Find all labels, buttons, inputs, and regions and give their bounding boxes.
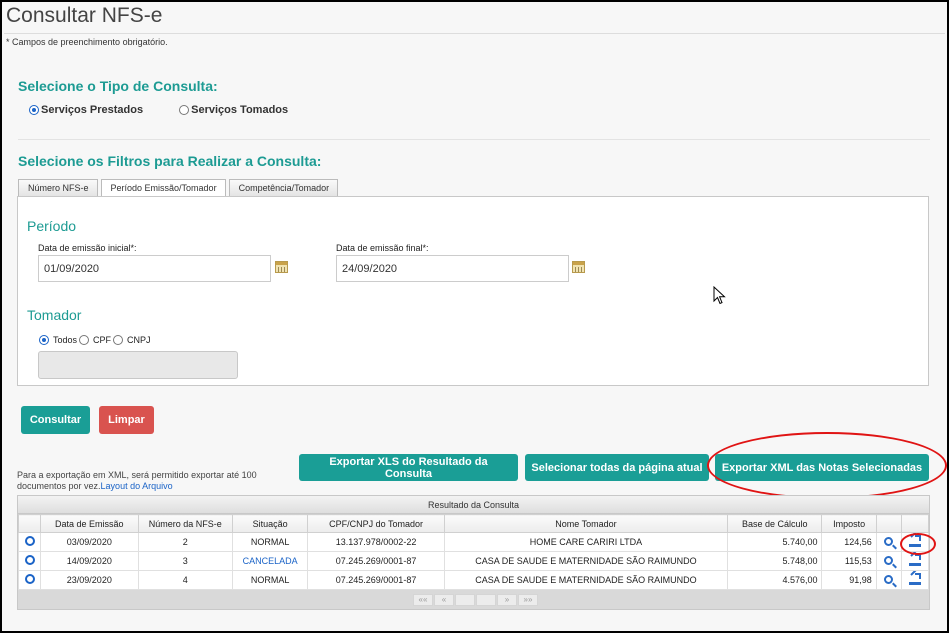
tab-periodo-emissao-tomador[interactable]: Período Emissão/Tomador xyxy=(100,179,226,197)
page-title: Consultar NFS-e xyxy=(6,4,163,27)
view-magnifier-icon[interactable] xyxy=(884,536,894,546)
results-caption: Resultado da Consulta xyxy=(18,496,929,514)
radio-label: Serviços Prestados xyxy=(41,104,144,116)
pager-page-input[interactable] xyxy=(455,594,475,606)
row-select-radio[interactable] xyxy=(24,536,35,546)
cell-imposto: 124,56 xyxy=(821,532,877,552)
calendar-icon[interactable] xyxy=(275,261,288,273)
column-header[interactable]: Nome Tomador xyxy=(443,514,729,533)
cell-situacao: NORMAL xyxy=(231,532,309,552)
column-header[interactable]: Número da NFS-e xyxy=(137,514,233,533)
cell-data-emissao: 23/09/2020 xyxy=(40,570,139,590)
radio-cpf[interactable] xyxy=(79,335,90,345)
cell-imposto: 91,98 xyxy=(821,570,877,590)
pager-prev-button[interactable]: « xyxy=(434,594,454,606)
radio-label: CNPJ xyxy=(127,335,151,345)
results-table: Data de Emissão Número da NFS-e Situação… xyxy=(17,514,930,590)
cell-cpf-cnpj: 07.245.269/0001-87 xyxy=(307,551,445,571)
radio-servicos-tomados[interactable]: Serviços Tomados xyxy=(179,104,288,116)
radio-todos[interactable] xyxy=(39,335,49,345)
cell-cpf-cnpj: 13.137.978/0002-22 xyxy=(307,532,445,552)
export-note: Para a exportação em XML, será permitido… xyxy=(17,470,277,492)
radio-cnpj[interactable] xyxy=(113,335,124,345)
cell-cpf-cnpj: 07.245.269/0001-87 xyxy=(307,570,445,590)
cell-base-calculo: 5.740,00 xyxy=(727,532,823,552)
consulta-type-radios: Serviços Prestados Serviços Tomados xyxy=(29,104,288,116)
column-header[interactable]: Base de Cálculo xyxy=(727,514,823,533)
layout-do-arquivo-link[interactable]: Layout do Arquivo xyxy=(101,481,173,491)
consultar-button[interactable]: Consultar xyxy=(21,406,90,434)
column-header xyxy=(875,514,902,533)
cell-base-calculo: 4.576,00 xyxy=(727,570,823,590)
tomador-radios: Todos CPF CNPJ xyxy=(39,335,151,345)
table-row: 14/09/2020 3 CANCELADA 07.245.269/0001-8… xyxy=(17,551,930,571)
data-inicial-input[interactable] xyxy=(38,255,271,282)
cell-situacao: NORMAL xyxy=(231,570,309,590)
export-icon[interactable] xyxy=(908,535,921,547)
column-header xyxy=(17,514,42,533)
export-icon[interactable] xyxy=(908,573,921,585)
tomador-document-input xyxy=(38,351,238,379)
tab-competencia-tomador[interactable]: Competência/Tomador xyxy=(228,179,339,196)
row-select-radio[interactable] xyxy=(24,555,35,565)
radio-button[interactable] xyxy=(179,105,190,115)
required-fields-note: * Campos de preenchimento obrigatório. xyxy=(6,37,168,47)
data-final-input[interactable] xyxy=(336,255,569,282)
cell-numero: 2 xyxy=(137,532,233,552)
title-divider xyxy=(4,33,945,34)
pager-last-button[interactable]: »» xyxy=(518,594,538,606)
data-inicial-label: Data de emissão inicial*: xyxy=(38,243,137,253)
mouse-cursor-icon xyxy=(713,286,726,305)
tomador-heading: Tomador xyxy=(27,307,82,323)
row-select-radio[interactable] xyxy=(24,574,35,584)
section-divider xyxy=(18,139,930,140)
column-header[interactable]: Data de Emissão xyxy=(40,514,139,533)
window-frame: Consultar NFS-e * Campos de preenchiment… xyxy=(0,0,949,633)
radio-label: Serviços Tomados xyxy=(191,104,289,116)
filter-tabs: Número NFS-e Período Emissão/Tomador Com… xyxy=(18,179,339,197)
consulta-type-heading: Selecione o Tipo de Consulta: xyxy=(18,78,218,94)
pager-next-button[interactable]: » xyxy=(497,594,517,606)
data-final-label: Data de emissão final*: xyxy=(336,243,429,253)
column-header[interactable]: Situação xyxy=(231,514,309,533)
results-panel: Resultado da Consulta Data de Emissão Nú… xyxy=(17,495,930,610)
table-header-row: Data de Emissão Número da NFS-e Situação… xyxy=(17,514,930,533)
cell-situacao: CANCELADA xyxy=(231,551,309,571)
export-xls-button[interactable]: Exportar XLS do Resultado da Consulta xyxy=(299,454,518,481)
column-header[interactable]: Imposto xyxy=(821,514,877,533)
pager-page-total xyxy=(476,594,496,606)
pagination: «« « » »» xyxy=(413,594,538,606)
radio-button-checked[interactable] xyxy=(29,105,39,115)
table-row: 03/09/2020 2 NORMAL 13.137.978/0002-22 H… xyxy=(17,532,930,552)
radio-label: CPF xyxy=(93,335,112,345)
column-header[interactable]: CPF/CNPJ do Tomador xyxy=(307,514,445,533)
export-xml-button[interactable]: Exportar XML das Notas Selecionadas xyxy=(715,454,929,481)
periodo-heading: Período xyxy=(27,218,77,234)
select-all-page-button[interactable]: Selecionar todas da página atual xyxy=(525,454,709,481)
view-magnifier-icon[interactable] xyxy=(884,555,894,565)
cell-imposto: 115,53 xyxy=(821,551,877,571)
cell-numero: 3 xyxy=(137,551,233,571)
cell-numero: 4 xyxy=(137,570,233,590)
cell-data-emissao: 14/09/2020 xyxy=(40,551,139,571)
cell-data-emissao: 03/09/2020 xyxy=(40,532,139,552)
limpar-button[interactable]: Limpar xyxy=(99,406,154,434)
export-icon[interactable] xyxy=(908,554,921,566)
radio-servicos-prestados[interactable]: Serviços Prestados xyxy=(29,104,143,116)
tab-numero-nfse[interactable]: Número NFS-e xyxy=(18,179,98,196)
view-magnifier-icon[interactable] xyxy=(884,574,894,584)
table-row: 23/09/2020 4 NORMAL 07.245.269/0001-87 C… xyxy=(17,570,930,590)
cell-nome-tomador: HOME CARE CARIRI LTDA xyxy=(443,532,729,552)
cell-nome-tomador: CASA DE SAUDE E MATERNIDADE SÃO RAIMUNDO xyxy=(443,551,729,571)
column-header xyxy=(900,514,930,533)
pager-first-button[interactable]: «« xyxy=(413,594,433,606)
calendar-icon[interactable] xyxy=(572,261,585,273)
filters-heading: Selecione os Filtros para Realizar a Con… xyxy=(18,153,322,169)
cell-nome-tomador: CASA DE SAUDE E MATERNIDADE SÃO RAIMUNDO xyxy=(443,570,729,590)
radio-label: Todos xyxy=(53,335,78,345)
filter-panel: Período Data de emissão inicial*: Data d… xyxy=(17,196,929,386)
cell-base-calculo: 5.748,00 xyxy=(727,551,823,571)
